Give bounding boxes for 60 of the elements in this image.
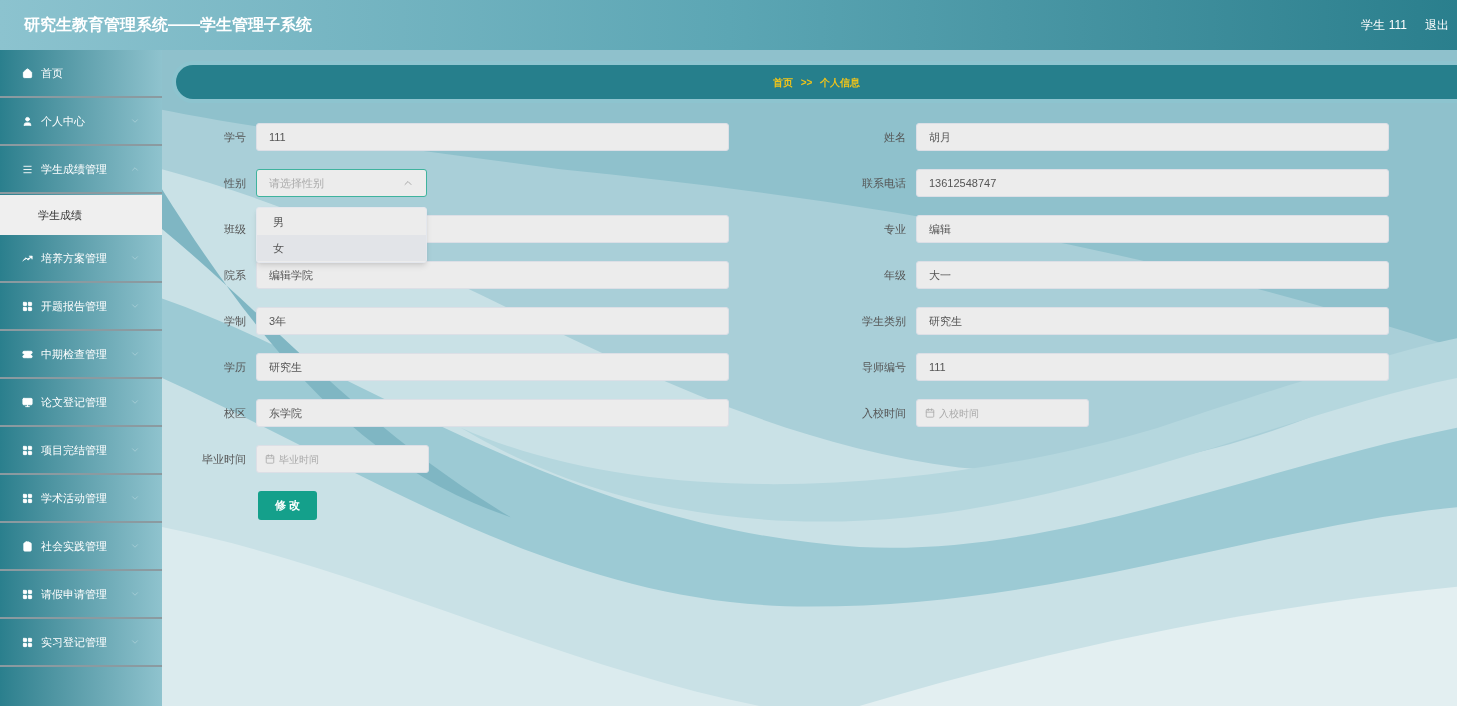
calendar-icon bbox=[925, 408, 935, 418]
field-label: 校区 bbox=[223, 405, 247, 421]
field-label: 学制 bbox=[223, 313, 247, 329]
chevron-down-icon bbox=[130, 445, 140, 455]
monitor-icon bbox=[22, 396, 33, 408]
text-field[interactable]: 3年 bbox=[256, 307, 729, 335]
field-label: 性别 bbox=[223, 175, 247, 191]
breadcrumb-current: 个人信息 bbox=[820, 75, 861, 90]
field-label: 学号 bbox=[223, 129, 247, 145]
field-label: 姓名 bbox=[883, 129, 907, 145]
field-label: 学历 bbox=[223, 359, 247, 375]
home-icon bbox=[22, 67, 33, 79]
chevron-down-icon bbox=[130, 637, 140, 647]
text-field[interactable]: 研究生 bbox=[256, 353, 729, 381]
chevron-down-icon bbox=[130, 253, 140, 263]
chevron-down-icon bbox=[130, 589, 140, 599]
grid-icon bbox=[22, 636, 33, 648]
dropdown-option[interactable]: 男 bbox=[257, 209, 426, 235]
grid-icon bbox=[22, 300, 33, 312]
chevron-down-icon bbox=[130, 301, 140, 311]
app-title: 研究生教育管理系统——学生管理子系统 bbox=[24, 15, 312, 35]
text-field[interactable]: 东学院 bbox=[256, 399, 729, 427]
grid-icon bbox=[22, 588, 33, 600]
menu-icon bbox=[22, 163, 33, 175]
text-field[interactable]: 111 bbox=[916, 353, 1389, 381]
field-label: 院系 bbox=[223, 267, 247, 283]
breadcrumb-link[interactable]: 首页 bbox=[772, 74, 793, 90]
field-label: 导师编号 bbox=[861, 359, 907, 375]
field-label: 入校时间 bbox=[861, 405, 907, 421]
text-field[interactable]: 大一 bbox=[916, 261, 1389, 289]
submit-button[interactable]: 修 改 bbox=[258, 491, 317, 520]
chevron-down-icon bbox=[130, 116, 140, 126]
clipboard-icon bbox=[22, 540, 33, 552]
logout-link[interactable]: 退出 bbox=[1425, 16, 1449, 34]
field-label: 年级 bbox=[883, 267, 907, 283]
ticket-icon bbox=[22, 348, 33, 360]
text-field[interactable]: 研究生 bbox=[916, 307, 1389, 335]
sidebar-subitem[interactable]: 学生成绩 bbox=[0, 195, 162, 235]
chevron-down-icon bbox=[130, 349, 140, 359]
field-label: 专业 bbox=[883, 221, 907, 237]
chevron-up-icon bbox=[130, 164, 140, 174]
chevron-down-icon bbox=[130, 493, 140, 503]
chevron-down-icon bbox=[130, 541, 140, 551]
user-icon bbox=[22, 115, 33, 127]
text-field[interactable]: 胡月 bbox=[916, 123, 1389, 151]
text-field[interactable]: 13612548747 bbox=[916, 169, 1389, 197]
user-label: 学生 111 bbox=[1361, 17, 1407, 34]
text-field[interactable]: 111 bbox=[256, 123, 729, 151]
calendar-icon bbox=[265, 454, 275, 464]
dropdown-option[interactable]: 女 bbox=[257, 235, 426, 261]
text-field[interactable]: 编辑学院 bbox=[256, 261, 729, 289]
field-label: 毕业时间 bbox=[201, 451, 247, 467]
grid-icon bbox=[22, 492, 33, 504]
text-field[interactable]: 编辑 bbox=[916, 215, 1389, 243]
field-label: 班级 bbox=[223, 221, 247, 237]
field-label: 学生类别 bbox=[861, 313, 907, 329]
grid-icon bbox=[22, 444, 33, 456]
chevron-down-icon bbox=[130, 397, 140, 407]
field-label: 联系电话 bbox=[861, 175, 907, 191]
breadcrumb-separator: >> bbox=[800, 75, 813, 90]
